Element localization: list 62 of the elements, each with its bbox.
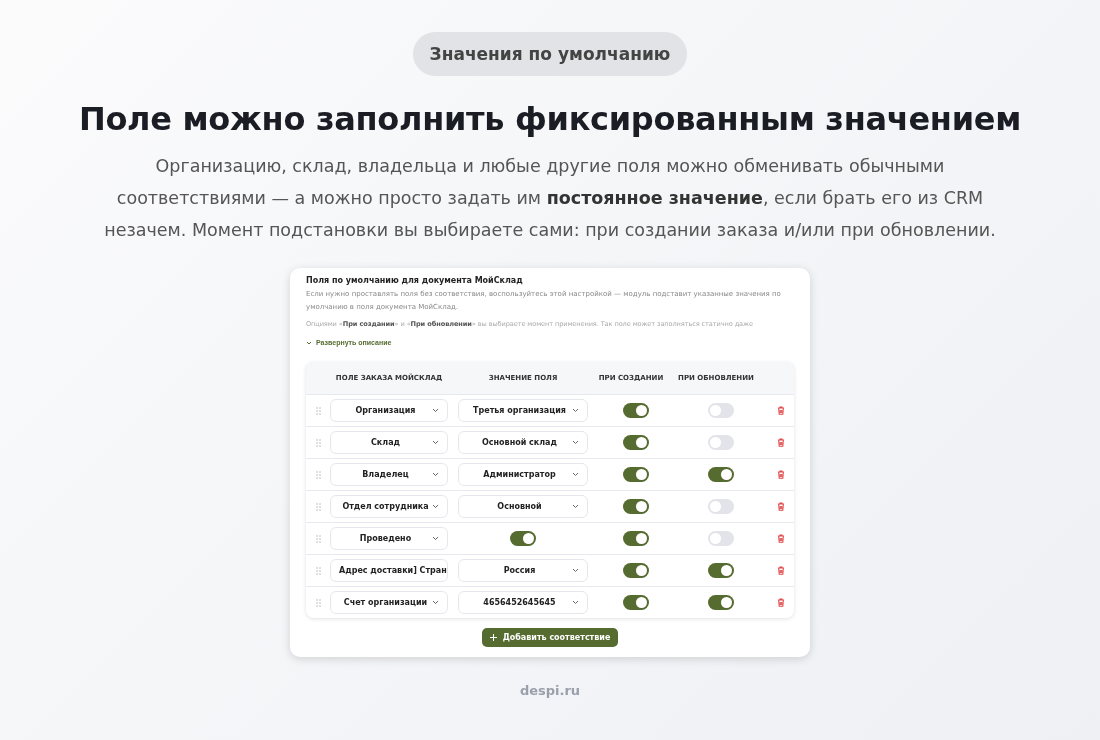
- chevron-icon: [432, 440, 439, 445]
- section-badge: Значения по умолчанию: [412, 32, 688, 76]
- lead-paragraph: Организацию, склад, владельца и любые другие поля можно обменивать обычными соответствиями — а можно просто задать им постоянное значение, если брать его из CRM незачем. Момент подстановки вы выбираете сами: при создании заказа и/или при обновлении.: [103, 155, 997, 242]
- drag-handle-icon[interactable]: [315, 406, 321, 415]
- toggle-switch[interactable]: [708, 595, 734, 610]
- chevron-icon: [432, 472, 439, 477]
- chevron-icon: [572, 472, 579, 477]
- trash-icon[interactable]: [777, 534, 785, 543]
- toggle-switch[interactable]: [708, 435, 734, 450]
- toggle-switch[interactable]: [623, 499, 649, 514]
- chevron-icon: [572, 600, 579, 605]
- field-select[interactable]: Счет организации: [330, 591, 448, 614]
- value-select[interactable]: Администратор: [458, 463, 588, 486]
- footer-domain: despi.ru: [519, 683, 581, 698]
- drag-handle-icon[interactable]: [315, 438, 321, 447]
- toggle-switch[interactable]: [623, 563, 649, 578]
- value-select[interactable]: Россия: [458, 559, 588, 582]
- drag-handle-icon[interactable]: [315, 470, 321, 479]
- plus-icon: [489, 634, 497, 641]
- trash-icon[interactable]: [777, 502, 785, 511]
- drag-handle-icon[interactable]: [315, 566, 321, 575]
- chevron-icon: [432, 600, 439, 605]
- page-heading: Поле можно заполнить фиксированным значением: [78, 100, 1022, 138]
- field-select[interactable]: Организация: [330, 399, 448, 422]
- chevron-icon: [572, 568, 579, 573]
- trash-icon[interactable]: [777, 470, 785, 479]
- toggle-switch[interactable]: [708, 531, 734, 546]
- toggle-switch[interactable]: [708, 563, 734, 578]
- field-select[interactable]: Склад: [330, 431, 448, 454]
- value-select[interactable]: Основной склад: [458, 431, 588, 454]
- field-select[interactable]: Проведено: [330, 527, 448, 550]
- field-select[interactable]: Адрес доставки] Стран: [330, 559, 448, 582]
- chevron-icon: [432, 408, 439, 413]
- value-select[interactable]: Основной: [458, 495, 588, 518]
- add-mapping-button[interactable]: Добавить соответствие: [481, 628, 619, 647]
- value-select[interactable]: Третья организация: [458, 399, 588, 422]
- drag-handle-icon[interactable]: [315, 534, 321, 543]
- drag-handle-icon[interactable]: [315, 502, 321, 511]
- toggle-switch[interactable]: [708, 499, 734, 514]
- chevron-icon: [432, 536, 439, 541]
- toggle-switch[interactable]: [708, 467, 734, 482]
- chevron-icon: [432, 504, 439, 509]
- trash-icon[interactable]: [777, 598, 785, 607]
- trash-icon[interactable]: [777, 406, 785, 415]
- panel-title: Поля по умолчанию для документа МойСклад: [306, 276, 524, 285]
- toggle-switch[interactable]: [623, 403, 649, 418]
- toggle-switch[interactable]: [623, 435, 649, 450]
- toggle-switch[interactable]: [510, 531, 536, 546]
- drag-handle-icon[interactable]: [315, 598, 321, 607]
- toggle-switch[interactable]: [623, 467, 649, 482]
- chevron-icon: [572, 440, 579, 445]
- chevron-icon: [572, 408, 579, 413]
- toggle-switch[interactable]: [623, 531, 649, 546]
- value-select[interactable]: 4656452645645: [458, 591, 588, 614]
- field-select[interactable]: Владелец: [330, 463, 448, 486]
- trash-icon[interactable]: [777, 438, 785, 447]
- toggle-switch[interactable]: [623, 595, 649, 610]
- trash-icon[interactable]: [777, 566, 785, 575]
- chevron-icon: [572, 504, 579, 509]
- field-select[interactable]: Отдел сотрудника: [330, 495, 448, 518]
- toggle-switch[interactable]: [708, 403, 734, 418]
- chevron-icon: [306, 340, 312, 345]
